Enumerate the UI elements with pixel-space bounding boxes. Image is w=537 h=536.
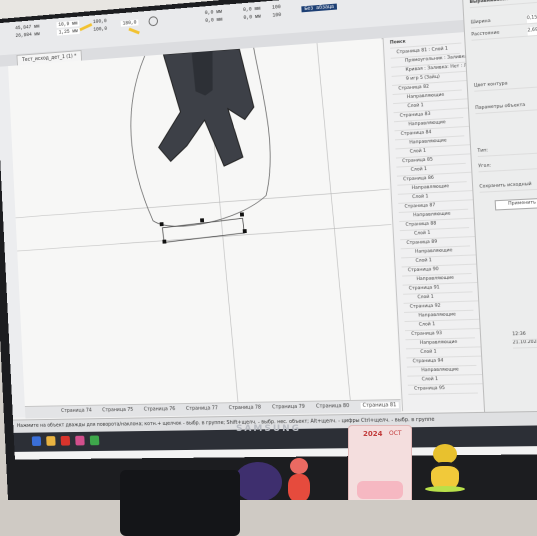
- width-field[interactable]: 10,9 мм: [56, 20, 80, 28]
- calendar-month: OCT: [389, 430, 402, 437]
- scale-y-field[interactable]: 100,0: [93, 26, 107, 33]
- dim-c-field[interactable]: 0,0 мм: [243, 6, 261, 13]
- scale-x-field[interactable]: 100,0: [93, 18, 107, 25]
- rotate-icon[interactable]: [148, 15, 159, 27]
- page-tab[interactable]: Страница 79: [272, 404, 305, 411]
- apply-button[interactable]: Применить: [494, 197, 537, 211]
- monitor-stand: [120, 470, 240, 536]
- monitor-chin: SAMSUNG: [0, 424, 537, 438]
- type-label: Тип:: [477, 143, 537, 158]
- desk-surface: [0, 500, 537, 536]
- guide-line: [317, 43, 350, 402]
- calendar-badge: [357, 481, 403, 499]
- keep-original-checkbox[interactable]: Сохранить исходный: [479, 179, 537, 193]
- height-field[interactable]: 1,25 мм: [56, 28, 80, 36]
- page-tab[interactable]: Страница 77: [186, 405, 218, 411]
- layer-row[interactable]: Страница 95: [407, 384, 478, 395]
- canvas-artwork: [8, 43, 401, 417]
- calendar-year: 2024: [363, 430, 383, 438]
- style-dropdown[interactable]: Без абзаца: [301, 3, 338, 13]
- selection-handle: [162, 239, 167, 244]
- selection-handle: [239, 212, 244, 217]
- guide-line: [15, 189, 390, 218]
- dim-d-field[interactable]: 0,0 мм: [243, 14, 261, 21]
- selection-handle: [159, 222, 164, 227]
- taskbar-time: 12:36: [512, 329, 537, 341]
- page-tab-active[interactable]: Страница 81: [360, 402, 399, 409]
- pct-b-field[interactable]: 100: [272, 12, 281, 19]
- bee-figurine: [425, 438, 465, 494]
- selection-handle: [242, 229, 247, 234]
- dim-b-field[interactable]: 0,0 мм: [205, 17, 222, 24]
- props-title: Выравнивание по контуру: [469, 0, 537, 9]
- page-tab[interactable]: Страница 75: [102, 407, 133, 413]
- corner-label: Угол:: [478, 159, 537, 173]
- page-tab[interactable]: Страница 78: [229, 405, 262, 411]
- desk-calendar: 2024 OCT: [348, 425, 412, 509]
- page-tab[interactable]: Страница 74: [61, 408, 92, 414]
- highlight-arrow: [79, 22, 93, 32]
- page-tab[interactable]: Страница 76: [144, 406, 176, 412]
- pct-a-field[interactable]: 100: [272, 4, 281, 11]
- monitor-brand: SAMSUNG: [235, 424, 302, 434]
- bunny-head: [290, 458, 308, 474]
- highlight-arrow: [128, 27, 140, 35]
- y-field[interactable]: 26,984 мм: [15, 31, 40, 39]
- width-input[interactable]: 0,15 мм: [526, 11, 537, 25]
- outline-color-label: Цвет контура: [473, 77, 537, 92]
- distance-input[interactable]: 2,69 мм: [527, 24, 537, 37]
- bee-head: [433, 444, 457, 464]
- x-field[interactable]: 45,847 мм: [15, 24, 40, 32]
- dim-a-field[interactable]: 0,0 мм: [205, 9, 222, 16]
- bee-base: [425, 486, 465, 492]
- selection-handle: [200, 218, 205, 223]
- page-tab[interactable]: Страница 80: [316, 403, 350, 410]
- angle-field[interactable]: 180,0: [120, 19, 139, 27]
- monitor-screen: 45,847 мм 26,984 мм 10,9 мм 1,25 мм 100,…: [0, 0, 537, 460]
- bunny-body: [288, 474, 310, 502]
- plush-head: [234, 462, 282, 502]
- drawing-canvas[interactable]: [8, 38, 402, 418]
- object-params-label: Параметры объекта: [475, 100, 537, 115]
